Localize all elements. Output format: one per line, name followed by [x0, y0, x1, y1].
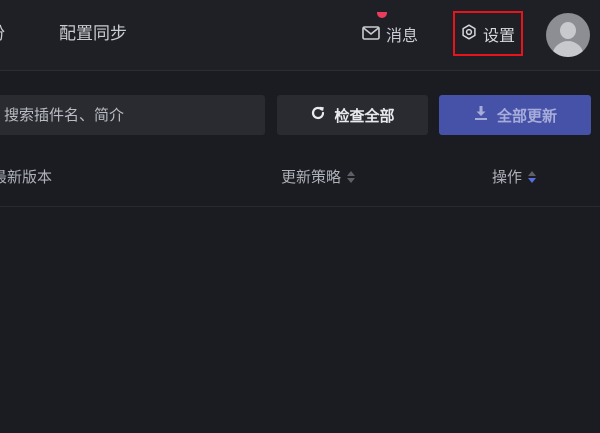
messages-button[interactable]: 消息 — [362, 22, 418, 46]
table-header: 最新版本 更新策略 操作 — [0, 150, 600, 207]
check-all-label: 检查全部 — [334, 106, 395, 125]
mail-icon — [362, 25, 380, 44]
settings-label: 设置 — [482, 25, 515, 45]
column-label-latest-version: 最新版本 — [0, 168, 53, 186]
column-header-action[interactable]: 操作 — [492, 166, 537, 187]
sort-icon[interactable] — [347, 170, 356, 183]
avatar-head-shape — [560, 22, 576, 39]
column-header-latest-version: 最新版本 — [0, 166, 52, 187]
nav-tab-config-sync[interactable]: 配置同步 — [59, 22, 127, 46]
app-window: 份 配置同步 消息 设置 — [0, 0, 600, 433]
user-avatar[interactable] — [546, 13, 590, 57]
search-box[interactable] — [0, 95, 265, 135]
update-all-label: 全部更新 — [496, 106, 557, 125]
sort-down-arrow — [528, 177, 537, 183]
check-all-button[interactable]: 检查全部 — [277, 95, 428, 135]
sort-icon-active[interactable] — [528, 170, 537, 183]
nav-tab-backup[interactable]: 份 — [0, 22, 5, 46]
download-icon — [473, 105, 489, 125]
search-input[interactable] — [0, 95, 265, 135]
settings-button[interactable]: 设置 — [453, 11, 523, 56]
update-all-button[interactable]: 全部更新 — [439, 95, 591, 135]
sort-up-arrow — [347, 170, 356, 176]
column-label-update-strategy: 更新策略 — [281, 168, 342, 186]
refresh-icon — [310, 105, 326, 125]
avatar-body-shape — [552, 41, 584, 57]
sort-up-arrow — [528, 170, 537, 176]
sort-down-arrow — [347, 177, 356, 183]
column-header-update-strategy[interactable]: 更新策略 — [281, 166, 356, 187]
notification-dot — [377, 12, 387, 18]
top-navigation-bar: 份 配置同步 消息 设置 — [0, 0, 600, 71]
table-body-empty — [0, 207, 600, 433]
messages-label: 消息 — [386, 26, 419, 45]
column-label-action: 操作 — [492, 168, 523, 186]
gear-icon — [461, 23, 477, 44]
